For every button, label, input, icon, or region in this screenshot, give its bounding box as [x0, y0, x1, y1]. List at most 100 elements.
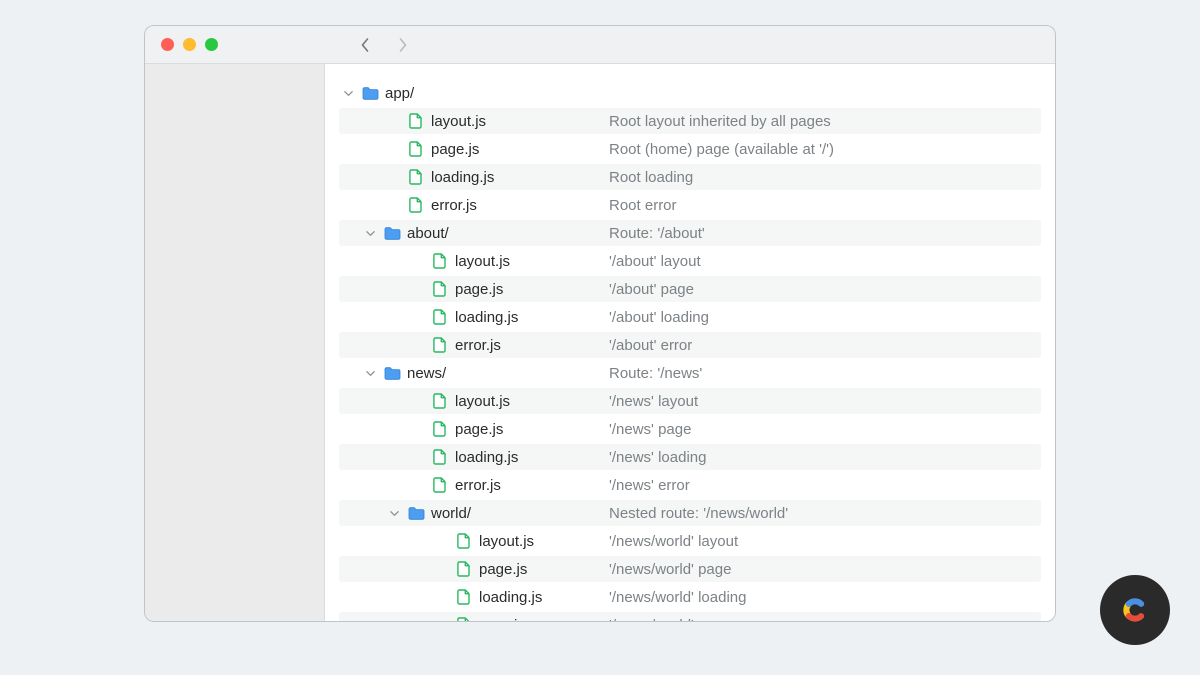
tree-row-description: Route: '/news'	[609, 365, 1041, 382]
tree-row-description: Root error	[609, 197, 1041, 214]
tree-row[interactable]: app/	[339, 80, 1041, 106]
tree-row-description: '/news' page	[609, 421, 1041, 438]
file-icon	[431, 337, 449, 353]
tree-row-name: loading.js	[339, 449, 609, 466]
tree-row[interactable]: layout.js '/about' layout	[339, 248, 1041, 274]
folder-icon	[383, 227, 401, 240]
tree-row-name: page.js	[339, 281, 609, 298]
nav-back-button[interactable]	[359, 37, 371, 53]
chevron-down-icon[interactable]	[363, 368, 377, 379]
minimize-window-button[interactable]	[183, 38, 196, 51]
tree-row[interactable]: error.js '/news' error	[339, 472, 1041, 498]
tree-row-name: error.js	[339, 477, 609, 494]
file-icon	[431, 281, 449, 297]
tree-row-label: error.js	[431, 197, 477, 214]
tree-row[interactable]: about/Route: '/about'	[339, 220, 1041, 246]
tree-row-description: '/news' layout	[609, 393, 1041, 410]
file-icon	[407, 197, 425, 213]
file-icon	[407, 169, 425, 185]
tree-row-label: layout.js	[479, 533, 534, 550]
tree-row[interactable]: page.jsRoot (home) page (available at '/…	[339, 136, 1041, 162]
tree-row[interactable]: news/Route: '/news'	[339, 360, 1041, 386]
nav-forward-button[interactable]	[397, 37, 409, 53]
tree-row[interactable]: error.js'/about' error	[339, 332, 1041, 358]
chevron-down-icon[interactable]	[363, 228, 377, 239]
tree-row-label: about/	[407, 225, 449, 242]
folder-icon	[383, 367, 401, 380]
tree-row-label: layout.js	[455, 253, 510, 270]
tree-row-name: page.js	[339, 561, 609, 578]
folder-icon	[407, 507, 425, 520]
file-icon	[431, 393, 449, 409]
file-icon	[431, 253, 449, 269]
file-icon	[455, 617, 473, 621]
tree-row[interactable]: layout.js '/news/world' layout	[339, 528, 1041, 554]
tree-row-description: Nested route: '/news/world'	[609, 505, 1041, 522]
traffic-lights	[145, 38, 325, 51]
tree-row-description: Route: '/about'	[609, 225, 1041, 242]
tree-row-description: '/news' loading	[609, 449, 1041, 466]
tree-row-label: loading.js	[455, 449, 518, 466]
tree-row-label: page.js	[479, 561, 527, 578]
file-icon	[455, 589, 473, 605]
tree-row-name: app/	[339, 85, 609, 102]
tree-row-description: '/about' error	[609, 337, 1041, 354]
tree-row[interactable]: error.js Root error	[339, 192, 1041, 218]
tree-row[interactable]: layout.js Root layout inherited by all pa…	[339, 108, 1041, 134]
tree-row[interactable]: error.js'/news/world' error	[339, 612, 1041, 621]
tree-row-description: '/about' page	[609, 281, 1041, 298]
chevron-down-icon[interactable]	[341, 88, 355, 99]
tree-row-label: loading.js	[479, 589, 542, 606]
tree-row-name: error.js	[339, 197, 609, 214]
file-icon	[455, 561, 473, 577]
tree-row-description: Root loading	[609, 169, 1041, 186]
tree-row[interactable]: loading.js'/about' loading	[339, 304, 1041, 330]
tree-row[interactable]: page.js'/about' page	[339, 276, 1041, 302]
title-bar	[145, 26, 1055, 64]
tree-row-description: '/news/world' page	[609, 561, 1041, 578]
app-window: app/layout.js Root layout inherited by al…	[144, 25, 1056, 622]
tree-row[interactable]: page.js '/news/world' page	[339, 556, 1041, 582]
tree-row-description: '/news/world' error	[609, 617, 1041, 622]
tree-row-name: error.js	[339, 337, 609, 354]
file-icon	[407, 113, 425, 129]
file-icon	[455, 533, 473, 549]
tree-row-name: news/	[339, 365, 609, 382]
tree-row-name: error.js	[339, 617, 609, 622]
tree-row-description: Root layout inherited by all pages	[609, 113, 1041, 130]
tree-row-name: world/	[339, 505, 609, 522]
window-body: app/layout.js Root layout inherited by al…	[145, 64, 1055, 621]
close-window-button[interactable]	[161, 38, 174, 51]
file-icon	[431, 477, 449, 493]
tree-row-description: '/news' error	[609, 477, 1041, 494]
tree-row-label: loading.js	[455, 309, 518, 326]
tree-row[interactable]: loading.js Root loading	[339, 164, 1041, 190]
maximize-window-button[interactable]	[205, 38, 218, 51]
tree-row-name: layout.js	[339, 253, 609, 270]
tree-row-label: page.js	[455, 421, 503, 438]
tree-row-description: '/about' layout	[609, 253, 1041, 270]
tree-row-name: layout.js	[339, 393, 609, 410]
tree-row-label: error.js	[455, 477, 501, 494]
tree-row-label: loading.js	[431, 169, 494, 186]
tree-row-name: loading.js	[339, 309, 609, 326]
file-icon	[431, 449, 449, 465]
tree-row-name: loading.js	[339, 169, 609, 186]
nav-arrows	[325, 37, 409, 53]
tree-row[interactable]: loading.js'/news/world' loading	[339, 584, 1041, 610]
tree-row-name: layout.js	[339, 533, 609, 550]
tree-row[interactable]: loading.js '/news' loading	[339, 444, 1041, 470]
tree-row-label: layout.js	[431, 113, 486, 130]
tree-row-description: '/news/world' layout	[609, 533, 1041, 550]
tree-row-name: page.js	[339, 141, 609, 158]
tree-row[interactable]: page.js '/news' page	[339, 416, 1041, 442]
tree-row[interactable]: layout.js '/news' layout	[339, 388, 1041, 414]
contentful-logo-icon	[1114, 589, 1156, 631]
tree-row[interactable]: world/Nested route: '/news/world'	[339, 500, 1041, 526]
file-icon	[407, 141, 425, 157]
file-icon	[431, 309, 449, 325]
contentful-logo-badge	[1100, 575, 1170, 645]
tree-row-label: layout.js	[455, 393, 510, 410]
chevron-down-icon[interactable]	[387, 508, 401, 519]
folder-icon	[361, 87, 379, 100]
